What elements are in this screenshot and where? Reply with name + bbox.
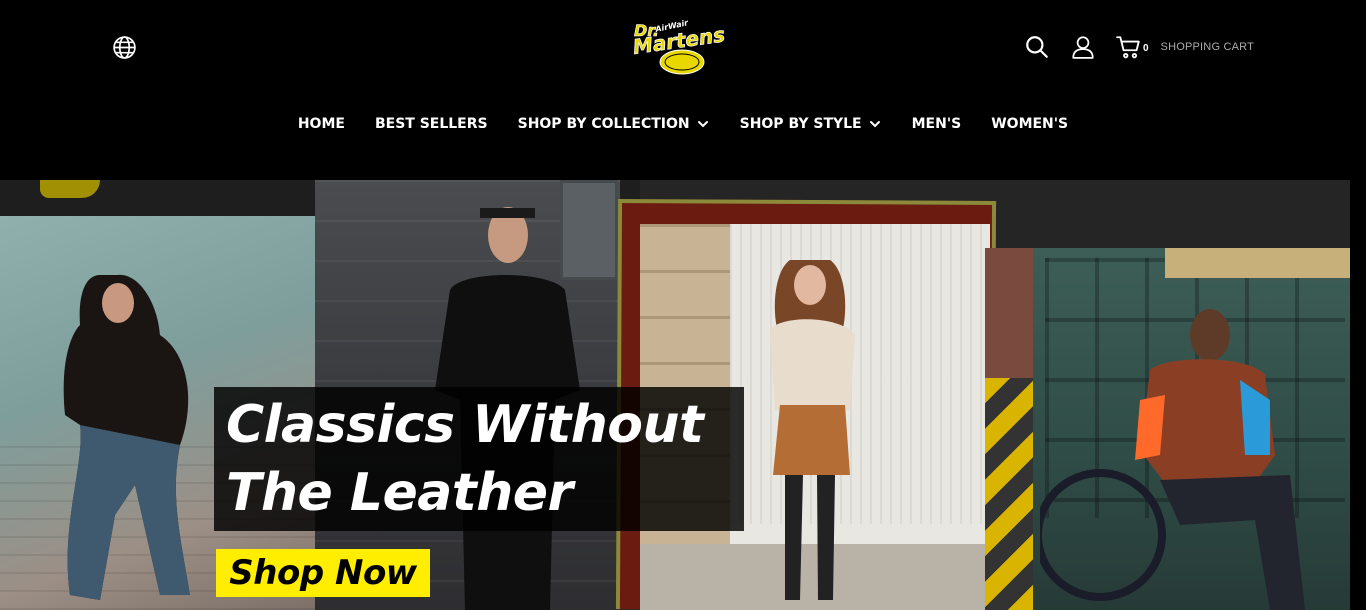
nav-item-shop-by-collection[interactable]: SHOP BY COLLECTION — [518, 112, 710, 136]
nav-item-label: HOME — [297, 116, 345, 132]
nav-item-best-sellers[interactable]: BEST SELLERS — [375, 112, 488, 136]
hero-headline-line-1: Classics Without — [226, 395, 704, 455]
paint-splash — [40, 180, 100, 198]
header-actions: 0 SHOPPING CART — [1024, 32, 1254, 62]
nav-item-label: SHOP BY COLLECTION — [517, 116, 690, 132]
cart-label[interactable]: SHOPPING CART — [1161, 41, 1254, 53]
shop-now-button[interactable]: Shop Now — [216, 549, 430, 597]
search-icon[interactable] — [1024, 34, 1050, 60]
cart-count-badge: 0 — [1142, 42, 1149, 54]
hero-headline: Classics Without The Leather — [214, 387, 744, 531]
nav-item-label: SHOP BY STYLE — [739, 116, 862, 132]
main-nav: HOME BEST SELLERS SHOP BY COLLECTION SHO… — [0, 112, 1366, 136]
nav-item-mens[interactable]: MEN'S — [912, 112, 962, 136]
cart-icon — [1116, 36, 1140, 59]
cart-button[interactable]: 0 SHOPPING CART — [1116, 34, 1254, 60]
brand-logo[interactable]: Dr. AirWair Martens — [630, 18, 730, 76]
model-figure — [1040, 309, 1305, 610]
globe-icon[interactable] — [112, 35, 137, 60]
hero-headline-line-2: The Leather — [226, 463, 573, 523]
nav-item-label: MEN'S — [911, 116, 962, 132]
nav-item-label: WOMEN'S — [991, 116, 1069, 132]
model-figure — [63, 274, 190, 600]
site-header: Dr. AirWair Martens 0 SHOPPING CART HOME — [0, 0, 1366, 180]
hero-banner[interactable]: Classics Without The Leather Shop Now — [0, 180, 1350, 610]
chevron-down-icon[interactable] — [868, 117, 882, 131]
nav-item-womens[interactable]: WOMEN'S — [991, 112, 1068, 136]
model-figure — [770, 260, 855, 600]
nav-item-shop-by-style[interactable]: SHOP BY STYLE — [740, 112, 882, 136]
user-icon[interactable] — [1070, 34, 1096, 60]
shop-now-label: Shop Now — [229, 553, 417, 593]
chevron-down-icon[interactable] — [696, 117, 710, 131]
nav-item-home[interactable]: HOME — [298, 112, 345, 136]
nav-item-label: BEST SELLERS — [374, 116, 488, 132]
